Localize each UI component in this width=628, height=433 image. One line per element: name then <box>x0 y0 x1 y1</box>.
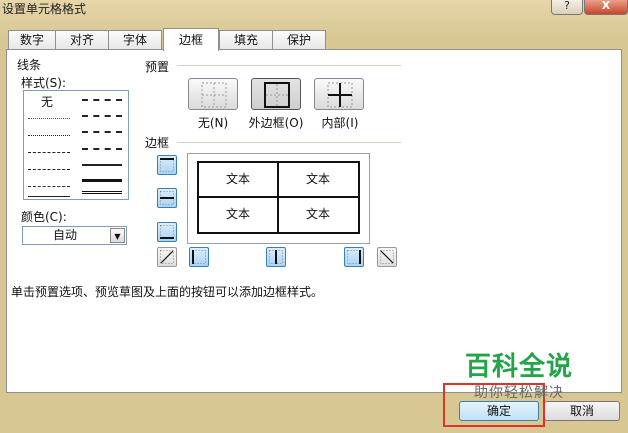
watermark-title: 百科全说 <box>465 352 574 382</box>
preset-inside-button[interactable] <box>314 78 364 110</box>
watermark-subtitle: 助你轻松解决 <box>474 385 564 401</box>
border-middle-horizontal-icon <box>160 191 174 205</box>
line-style-dotted[interactable] <box>28 135 70 136</box>
border-middle-vertical-icon <box>269 250 283 264</box>
close-button[interactable]: X <box>584 0 628 15</box>
preset-outline-button[interactable] <box>251 78 301 110</box>
border-bottom-button[interactable] <box>157 222 177 242</box>
tab-alignment[interactable]: 对齐 <box>55 30 109 50</box>
line-group-label: 线条 <box>17 58 42 72</box>
line-style-double[interactable] <box>82 191 122 194</box>
border-diagonal-up-button[interactable] <box>157 247 177 267</box>
border-left-button[interactable] <box>189 247 209 267</box>
style-label: 样式(S): <box>21 76 67 90</box>
help-button[interactable]: ? <box>551 0 583 15</box>
hint-text: 单击预置选项、预览草图及上面的按钮可以添加边框样式。 <box>11 285 324 299</box>
preview-cell: 文本 <box>305 207 330 221</box>
line-style-medium-dash-dot[interactable] <box>82 131 122 133</box>
preview-cell: 文本 <box>305 172 330 186</box>
line-style-medium-dash-dot-dot[interactable] <box>82 99 122 101</box>
tab-font[interactable]: 字体 <box>108 30 162 50</box>
tab-number[interactable]: 数字 <box>8 30 56 50</box>
presets-divider <box>177 65 401 66</box>
line-style-medium-dashed[interactable] <box>82 148 122 150</box>
border-top-icon <box>160 158 174 172</box>
preset-none-icon <box>201 82 227 108</box>
border-diagonal-up-icon <box>160 250 174 264</box>
dialog-title: 设置单元格格式 <box>2 2 87 16</box>
presets-group-label: 预置 <box>145 60 170 74</box>
border-diagonal-down-button[interactable] <box>377 247 397 267</box>
border-top-button[interactable] <box>157 155 177 175</box>
border-right-icon <box>347 250 361 264</box>
line-color-dropdown[interactable]: 自动 ▼ <box>22 226 127 245</box>
line-style-none[interactable]: 无 <box>41 93 53 110</box>
border-panel: 线条 样式(S): 无 颜色(C): 自动 ▼ 预置 无(N) 外边框(O) 内… <box>6 49 622 393</box>
line-style-list[interactable]: 无 <box>23 90 129 200</box>
line-style-medium[interactable] <box>82 164 122 166</box>
line-style-slanted-dash-dot[interactable] <box>82 115 122 117</box>
format-cells-dialog: 设置单元格格式 ? X 数字 对齐 字体 边框 填充 保护 线条 样式(S): … <box>0 0 628 433</box>
chevron-down-icon[interactable]: ▼ <box>110 228 125 243</box>
border-right-button[interactable] <box>344 247 364 267</box>
tab-protection[interactable]: 保护 <box>272 30 326 50</box>
border-preview[interactable]: 文本 文本 文本 文本 <box>187 153 370 244</box>
preset-none-button[interactable] <box>188 78 238 110</box>
tab-border[interactable]: 边框 <box>163 28 219 51</box>
border-group-label: 边框 <box>145 136 170 150</box>
preset-inside-icon <box>327 82 353 108</box>
preset-outline-label: 外边框(O) <box>248 116 304 130</box>
line-style-thin[interactable] <box>28 196 70 197</box>
border-divider <box>177 142 401 143</box>
preview-cell: 文本 <box>225 172 250 186</box>
title-bar: 设置单元格格式 ? X <box>0 0 628 24</box>
cancel-button[interactable]: 取消 <box>544 401 620 421</box>
preview-cell: 文本 <box>225 207 250 221</box>
tab-fill[interactable]: 填充 <box>219 30 273 50</box>
line-color-value: 自动 <box>52 228 77 242</box>
border-diagonal-down-icon <box>380 250 394 264</box>
preset-none-label: 无(N) <box>197 116 229 130</box>
line-style-hairline[interactable] <box>28 118 70 119</box>
border-middle-horizontal-button[interactable] <box>157 188 177 208</box>
border-bottom-icon <box>160 225 174 239</box>
line-style-dash-dot-dot[interactable] <box>28 152 70 153</box>
preset-inside-label: 内部(I) <box>321 116 359 130</box>
border-middle-vertical-button[interactable] <box>266 247 286 267</box>
line-style-dash-dot[interactable] <box>28 169 70 170</box>
color-label: 颜色(C): <box>21 210 67 224</box>
line-style-thick[interactable] <box>82 179 122 182</box>
border-left-icon <box>192 250 206 264</box>
line-style-dashed[interactable] <box>28 186 70 187</box>
preset-outline-icon <box>264 82 290 108</box>
